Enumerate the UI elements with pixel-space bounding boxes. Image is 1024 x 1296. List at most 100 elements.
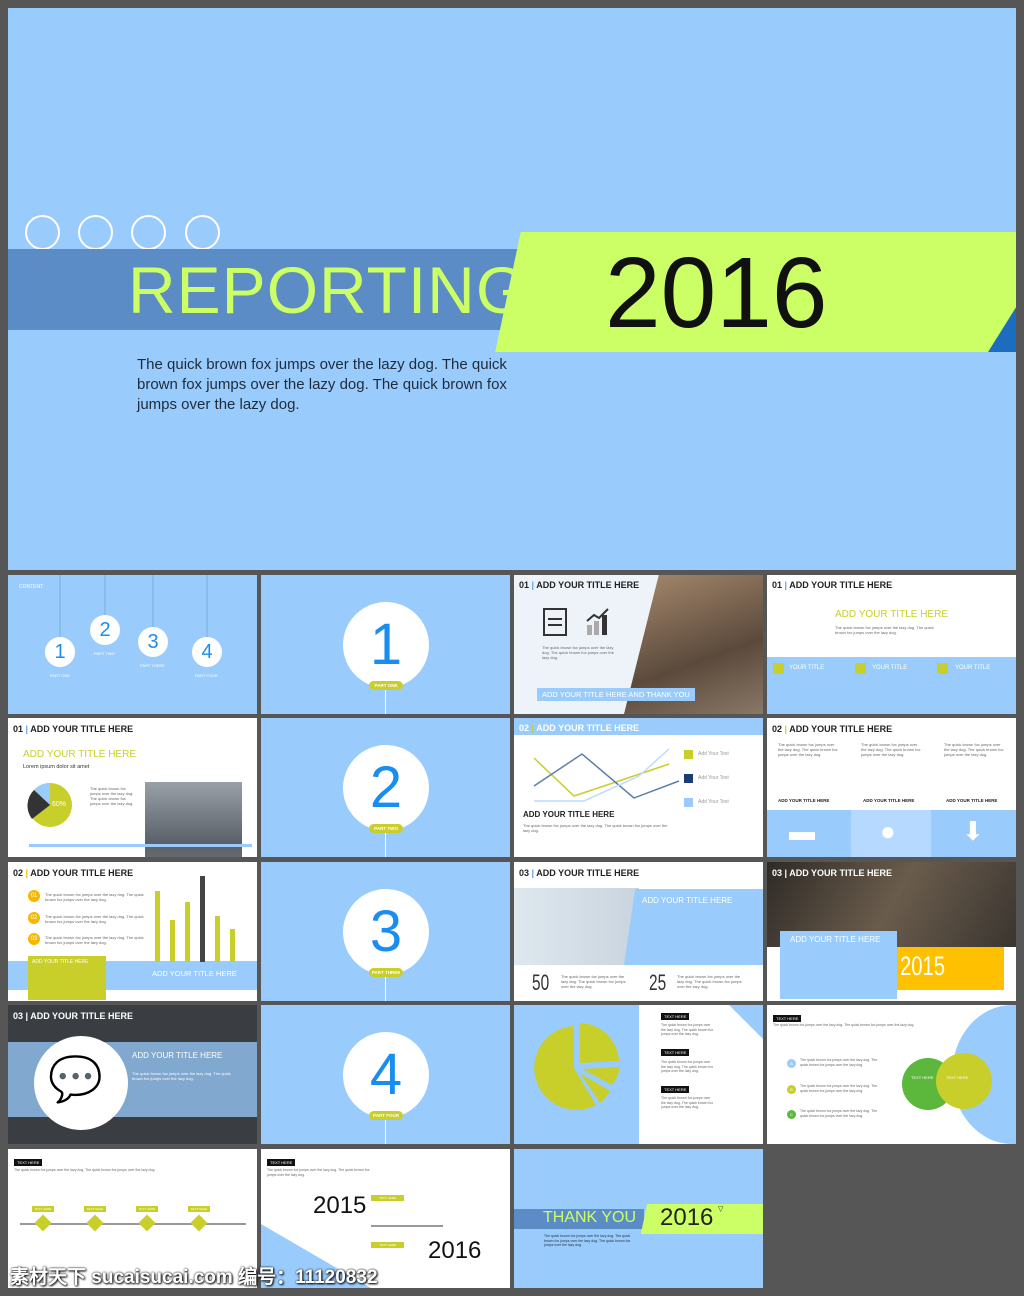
legend-swatch [684,798,693,807]
text-tag: TEXT HERE [773,1015,802,1022]
list-text: The quick brown fox jumps over the lazy … [800,1084,878,1093]
text-tag: TEXT HERE [14,1159,43,1166]
bar-chart [155,876,235,962]
decor-circle [185,215,220,250]
stat-text: The quick brown fox jumps over the lazy … [677,974,742,989]
slide-number: 01 [519,580,530,590]
icon-strip: ▬ ● ⬇ [767,810,1016,857]
bullet-text: The quick brown fox jumps over the lazy … [45,914,144,924]
body-text: The quick brown fox jumps over the lazy … [661,1023,714,1036]
timeline-tag: TEXT HERE [84,1206,106,1212]
contents-item-2[interactable]: 2 [90,615,120,645]
corner-deco [729,1005,763,1039]
slide-number: 03 [519,868,530,878]
stat-50: 50 [532,970,550,995]
column-text: The quick brown fox jumps over the lazy … [944,742,1004,757]
subtitle: ADD YOUR TITLE HERE [835,609,948,620]
column-text: The quick brown fox jumps over the lazy … [778,742,838,757]
contents-item-4[interactable]: 4 [192,637,222,667]
strip-title: ADD YOUR TITLE HERE [152,969,237,978]
stat-25: 25 [649,970,667,995]
panel-title: ADD YOUR TITLE HERE [642,896,733,905]
decor-circle [25,215,60,250]
slide-number: 01 [13,724,24,734]
thumb-slide-circles[interactable]: TEXT HERE The quick brown fox jumps over… [767,1005,1016,1144]
divider [29,844,252,847]
body-text: The quick brown fox jumps over the lazy … [835,625,934,635]
feature-title: YOUR TITLE [872,665,908,671]
team-photo [514,888,639,965]
contact-icon [937,663,948,674]
subtitle: ADD YOUR TITLE HERE [23,749,136,760]
section-label: PART THREE [369,968,403,977]
decor-circle [131,215,166,250]
text-tag: TEXT HERE [267,1159,296,1166]
slide-number: 01 [772,580,783,590]
bullet-02: 02 [28,912,40,924]
thumb-slide-02a[interactable]: 02 | ADD YOUR TITLE HERE Add Your Text A… [514,718,763,857]
year-label: 2015 [900,951,946,981]
divider [371,1225,443,1227]
contents-item-1[interactable]: 1 [45,637,75,667]
callout-title: ADD YOUR TITLE HERE [32,959,89,965]
thank-you-year: 2016 [660,1204,714,1231]
slide-description: The quick brown fox jumps over the lazy … [137,356,507,413]
slide-number: 03 [13,1011,24,1021]
panel-title: ADD YOUR TITLE HERE [790,935,881,944]
body-text: The quick brown fox jumps over the lazy … [542,645,614,660]
thumb-slide-pie[interactable]: TEXT HERE TEXT HERE TEXT HERE The quick … [514,1005,763,1144]
contents-label-3: PART THREE [140,663,165,668]
thumb-section-1[interactable]: 1 PART ONE [261,575,510,714]
thumb-slide-02c[interactable]: 02 | ADD YOUR TITLE HERE 01 02 03 The qu… [8,862,257,1001]
thumb-slide-01a[interactable]: 01 | ADD YOUR TITLE HERE The quick brown… [514,575,763,714]
thumb-slide-03c[interactable]: 03 | ADD YOUR TITLE HERE 💬 ADD YOUR TITL… [8,1005,257,1144]
line-chart [533,748,680,802]
section-number: 1 [343,602,429,688]
body-text: The quick brown fox jumps over the lazy … [544,1234,631,1247]
year-2016: 2016 [428,1237,482,1264]
slide-title: ADD YOUR TITLE HERE [536,868,640,878]
briefcase-icon: ▬ [789,816,815,846]
section-label: PART FOUR [369,1111,403,1120]
venn-label: TEXT HERE [946,1075,969,1080]
slide-number: 03 [772,868,783,878]
year-tag: TEXT HERE [371,1195,404,1201]
year-2015: 2015 [313,1192,367,1219]
title-slide[interactable]: REPORTING 2016 The quick brown fox jumps… [8,8,1016,570]
thumb-contents[interactable]: CONTENT 1 2 3 4 PART ONE PART TWO PART T… [8,575,257,714]
body-text: The quick brown fox jumps over the lazy … [661,1060,714,1073]
thumb-section-2[interactable]: 2 PART TWO [261,718,510,857]
thumb-section-4[interactable]: 4 PART FOUR [261,1005,510,1144]
slide-title: ADD YOUR TITLE HERE [30,724,134,734]
body-text: The quick brown fox jumps over the lazy … [661,1096,714,1109]
list-text: The quick brown fox jumps over the lazy … [800,1109,878,1118]
thumb-slide-03a[interactable]: 03 | ADD YOUR TITLE HERE ADD YOUR TITLE … [514,862,763,1001]
feature-title: YOUR TITLE [955,665,991,671]
exploded-pie-chart [534,1023,620,1110]
thumb-slide-03b[interactable]: 03 | ADD YOUR TITLE HERE ADD YOUR TITLE … [767,862,1016,1001]
contents-item-3[interactable]: 3 [138,627,168,657]
slide-year: 2016 [605,237,828,349]
timeline-tag: TEXT HERE [188,1206,210,1212]
thumb-slide-01c[interactable]: 01 | ADD YOUR TITLE HERE ADD YOUR TITLE … [8,718,257,857]
thumb-slide-01b[interactable]: 01 | ADD YOUR TITLE HERE ADD YOUR TITLE … [767,575,1016,714]
panel-title: ADD YOUR TITLE HERE [132,1051,223,1060]
slide-number: 02 [13,868,24,878]
stem [385,977,386,1001]
thumb-slide-02b[interactable]: 02 | ADD YOUR TITLE HERE The quick brown… [767,718,1016,857]
section-label: PART ONE [369,681,403,690]
thumb-section-3[interactable]: 3 PART THREE [261,862,510,1001]
slide-title: REPORTING [128,253,529,327]
feature-title: YOUR TITLE [789,665,825,671]
thumb-slide-thank-you[interactable]: THANK YOU 2016 ▽ The quick brown fox jum… [514,1149,763,1288]
list-text: The quick brown fox jumps over the lazy … [800,1058,878,1067]
contents-label-4: PART FOUR [195,673,218,678]
timeline-marker [138,1214,156,1232]
slide-title: ADD YOUR TITLE HERE [789,868,893,878]
column-title: ADD YOUR TITLE HERE [946,798,998,803]
year-tag: TEXT HERE [371,1242,404,1248]
body-text: The quick brown fox jumps over the lazy … [773,1023,915,1027]
chart-title: ADD YOUR TITLE HERE [523,810,615,819]
body-text: The quick brown fox jumps over the lazy … [267,1168,370,1177]
download-icon: ⬇ [962,816,984,846]
